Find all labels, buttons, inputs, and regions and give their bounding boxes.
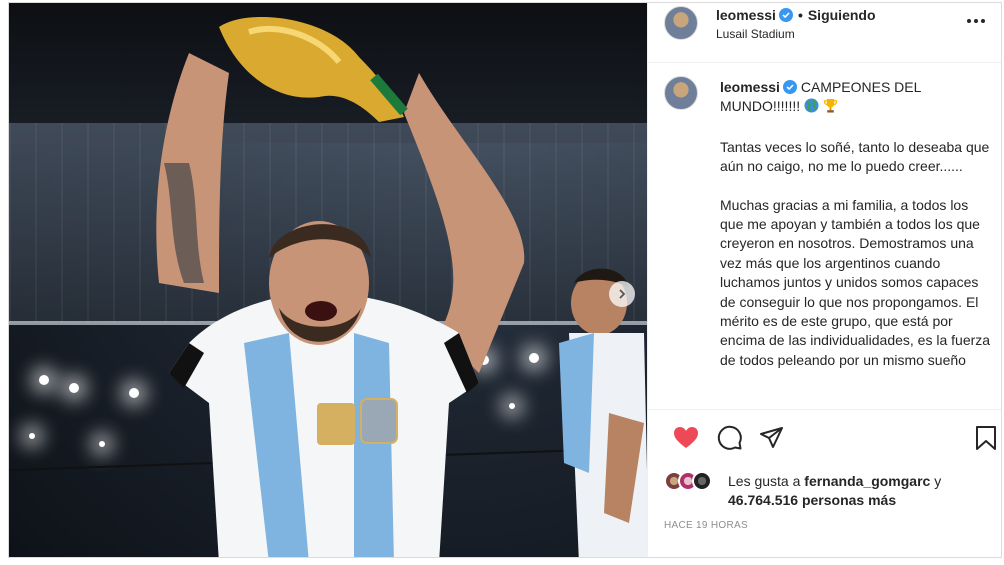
post-header: leomessi • Siguiendo Lusail Stadium [648, 3, 1001, 63]
separator-dot: • [797, 7, 803, 23]
verified-icon [782, 80, 797, 94]
caption-paragraph: Muchas gracias a mi familia, a todos los… [720, 196, 991, 368]
post-timestamp[interactable]: HACE 19 HORAS [664, 520, 748, 531]
share-icon[interactable] [758, 424, 786, 452]
more-options-icon[interactable] [964, 13, 988, 29]
following-button[interactable]: Siguiendo [808, 7, 876, 23]
author-username[interactable]: leomessi [716, 7, 776, 23]
heart-icon[interactable] [672, 424, 700, 452]
post-photo[interactable] [9, 3, 647, 557]
post-modal: leomessi • Siguiendo Lusail Stadium leomes… [8, 2, 1002, 558]
world-cup-trophy [219, 17, 408, 122]
likes-joiner: y [934, 473, 942, 489]
verified-icon [778, 8, 793, 22]
likes-summary: Les gusta a fernanda_gomgarc y 46.764.51… [728, 472, 988, 510]
globe-emoji [804, 98, 819, 113]
likes-count[interactable]: 46.764.516 personas más [728, 492, 896, 508]
header-line: leomessi • Siguiendo [716, 7, 876, 23]
avatar[interactable] [664, 76, 698, 110]
caption-head: leomessi CAMPEONES DEL MUNDO!!!!!!! [720, 78, 992, 117]
liked-by-avatars[interactable] [664, 470, 716, 494]
teammate-figure [559, 268, 647, 557]
post-location[interactable]: Lusail Stadium [716, 27, 795, 41]
avatar[interactable] [664, 6, 698, 40]
avatar [692, 471, 712, 491]
post-side-panel: leomessi • Siguiendo Lusail Stadium leomes… [647, 3, 1001, 557]
caption-paragraph: Tantas veces lo soñé, tanto lo deseaba q… [720, 138, 990, 175]
likes-prefix: Les gusta a [728, 473, 801, 489]
post-caption: leomessi CAMPEONES DEL MUNDO!!!!!!! Tant… [720, 78, 992, 389]
next-arrow-icon [619, 289, 626, 299]
action-bar: Les gusta a fernanda_gomgarc y 46.764.51… [648, 409, 1001, 557]
bookmark-icon[interactable] [972, 424, 1000, 452]
caption-username[interactable]: leomessi [720, 79, 780, 95]
liked-by-username[interactable]: fernanda_gomgarc [804, 473, 930, 489]
comment-icon[interactable] [716, 424, 744, 452]
next-image-button[interactable] [609, 281, 635, 307]
trophy-emoji [823, 99, 838, 113]
caption-section: leomessi CAMPEONES DEL MUNDO!!!!!!! Tant… [648, 64, 1001, 409]
